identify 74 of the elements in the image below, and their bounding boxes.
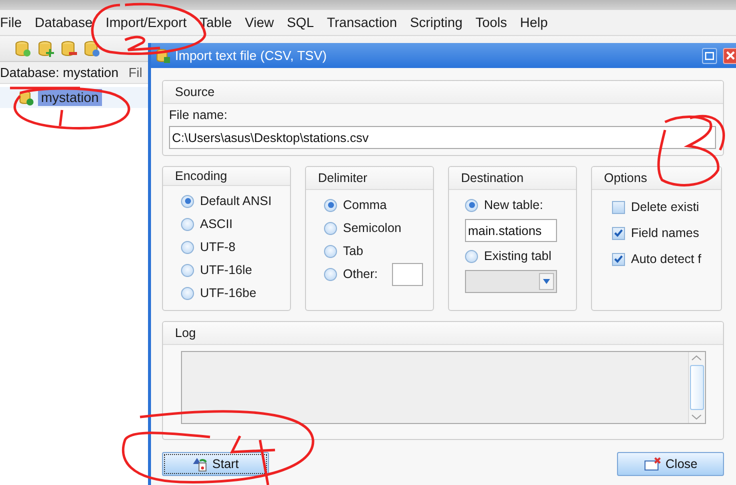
- group-title: Options: [592, 167, 721, 190]
- option-label: UTF-16le: [200, 263, 252, 277]
- database-icon[interactable]: [37, 40, 55, 58]
- dialog-title: Import text file (CSV, TSV): [175, 48, 328, 63]
- menu-item[interactable]: Transaction: [326, 15, 404, 30]
- group-title: Delimiter: [306, 167, 433, 190]
- radio-button[interactable]: [324, 268, 337, 280]
- annotation-scribble: [657, 114, 725, 186]
- group-title: Encoding: [163, 167, 290, 186]
- panel-tab[interactable]: Database: mystation: [0, 65, 119, 80]
- menu-item[interactable]: Table: [200, 15, 239, 30]
- checkbox[interactable]: [612, 226, 625, 240]
- radio-button[interactable]: [181, 194, 194, 208]
- table-dropdown[interactable]: [465, 270, 557, 293]
- database-icon: [18, 90, 34, 106]
- menu-item[interactable]: SQL: [286, 15, 321, 30]
- scroll-down-icon[interactable]: [690, 412, 703, 422]
- close-button[interactable]: [723, 48, 736, 64]
- option-label: UTF-8: [200, 240, 236, 254]
- close-button[interactable]: Close: [617, 452, 724, 476]
- radio-button[interactable]: [181, 218, 194, 230]
- radio-button[interactable]: [324, 198, 337, 212]
- menu-item[interactable]: View: [244, 15, 281, 30]
- maximize-button[interactable]: [702, 48, 717, 64]
- radio-button[interactable]: [324, 244, 337, 258]
- radio-button[interactable]: [465, 198, 478, 212]
- file-name-field[interactable]: C:\Users\asus\Desktop\stations.csv: [169, 126, 716, 149]
- group-title: Source: [163, 81, 723, 104]
- menu-item[interactable]: Scripting: [410, 15, 470, 30]
- option-label: New table:: [484, 198, 544, 212]
- maximize-icon: [705, 52, 714, 60]
- log-area[interactable]: [181, 351, 706, 424]
- database-icon[interactable]: [83, 40, 101, 58]
- radio-button[interactable]: [181, 264, 194, 276]
- dropdown-button[interactable]: [539, 273, 554, 290]
- caret-icon: [543, 279, 550, 284]
- checkbox[interactable]: [612, 200, 625, 214]
- option-label: Existing tabl: [484, 249, 552, 263]
- option-label: Auto detect f: [631, 252, 702, 266]
- menu-item[interactable]: Database: [34, 15, 100, 30]
- tree-item[interactable]: mystation: [38, 89, 102, 106]
- import-icon: [192, 456, 208, 472]
- menu-item[interactable]: Help: [520, 15, 555, 30]
- menu-item[interactable]: Tools: [475, 15, 514, 30]
- close-icon: [726, 51, 735, 60]
- radio-button[interactable]: [324, 222, 337, 234]
- scrollbar[interactable]: [688, 352, 705, 423]
- start-button[interactable]: Start: [162, 452, 269, 476]
- group-title: Destination: [449, 167, 576, 190]
- radio-button[interactable]: [181, 286, 194, 300]
- other-delimiter-field[interactable]: [392, 262, 423, 286]
- scroll-up-icon[interactable]: [690, 353, 703, 363]
- menu-item[interactable]: File: [0, 15, 29, 30]
- table-name-field[interactable]: main.stations: [465, 219, 557, 242]
- option-label: Comma: [343, 198, 387, 212]
- field-label: File name:: [169, 108, 228, 122]
- option-label: ASCII: [200, 217, 233, 231]
- database-icon: [155, 48, 171, 64]
- radio-button[interactable]: [465, 250, 478, 262]
- option-label: UTF-16be: [200, 286, 256, 300]
- checkbox[interactable]: [612, 252, 625, 266]
- close-window-icon: [644, 457, 662, 471]
- option-label: Delete existi: [631, 200, 700, 214]
- option-label: Tab: [343, 244, 364, 258]
- option-label: Field names: [631, 226, 700, 240]
- database-icon[interactable]: [14, 40, 32, 58]
- group-title: Log: [163, 322, 723, 345]
- database-icon[interactable]: [60, 40, 78, 58]
- option-label: Other:: [343, 267, 378, 281]
- panel-tab[interactable]: Fil: [128, 65, 142, 80]
- radio-button[interactable]: [181, 240, 194, 254]
- option-label: Default ANSI: [200, 194, 272, 208]
- menu-item[interactable]: Import/Export: [106, 15, 194, 30]
- option-label: Semicolon: [343, 221, 402, 235]
